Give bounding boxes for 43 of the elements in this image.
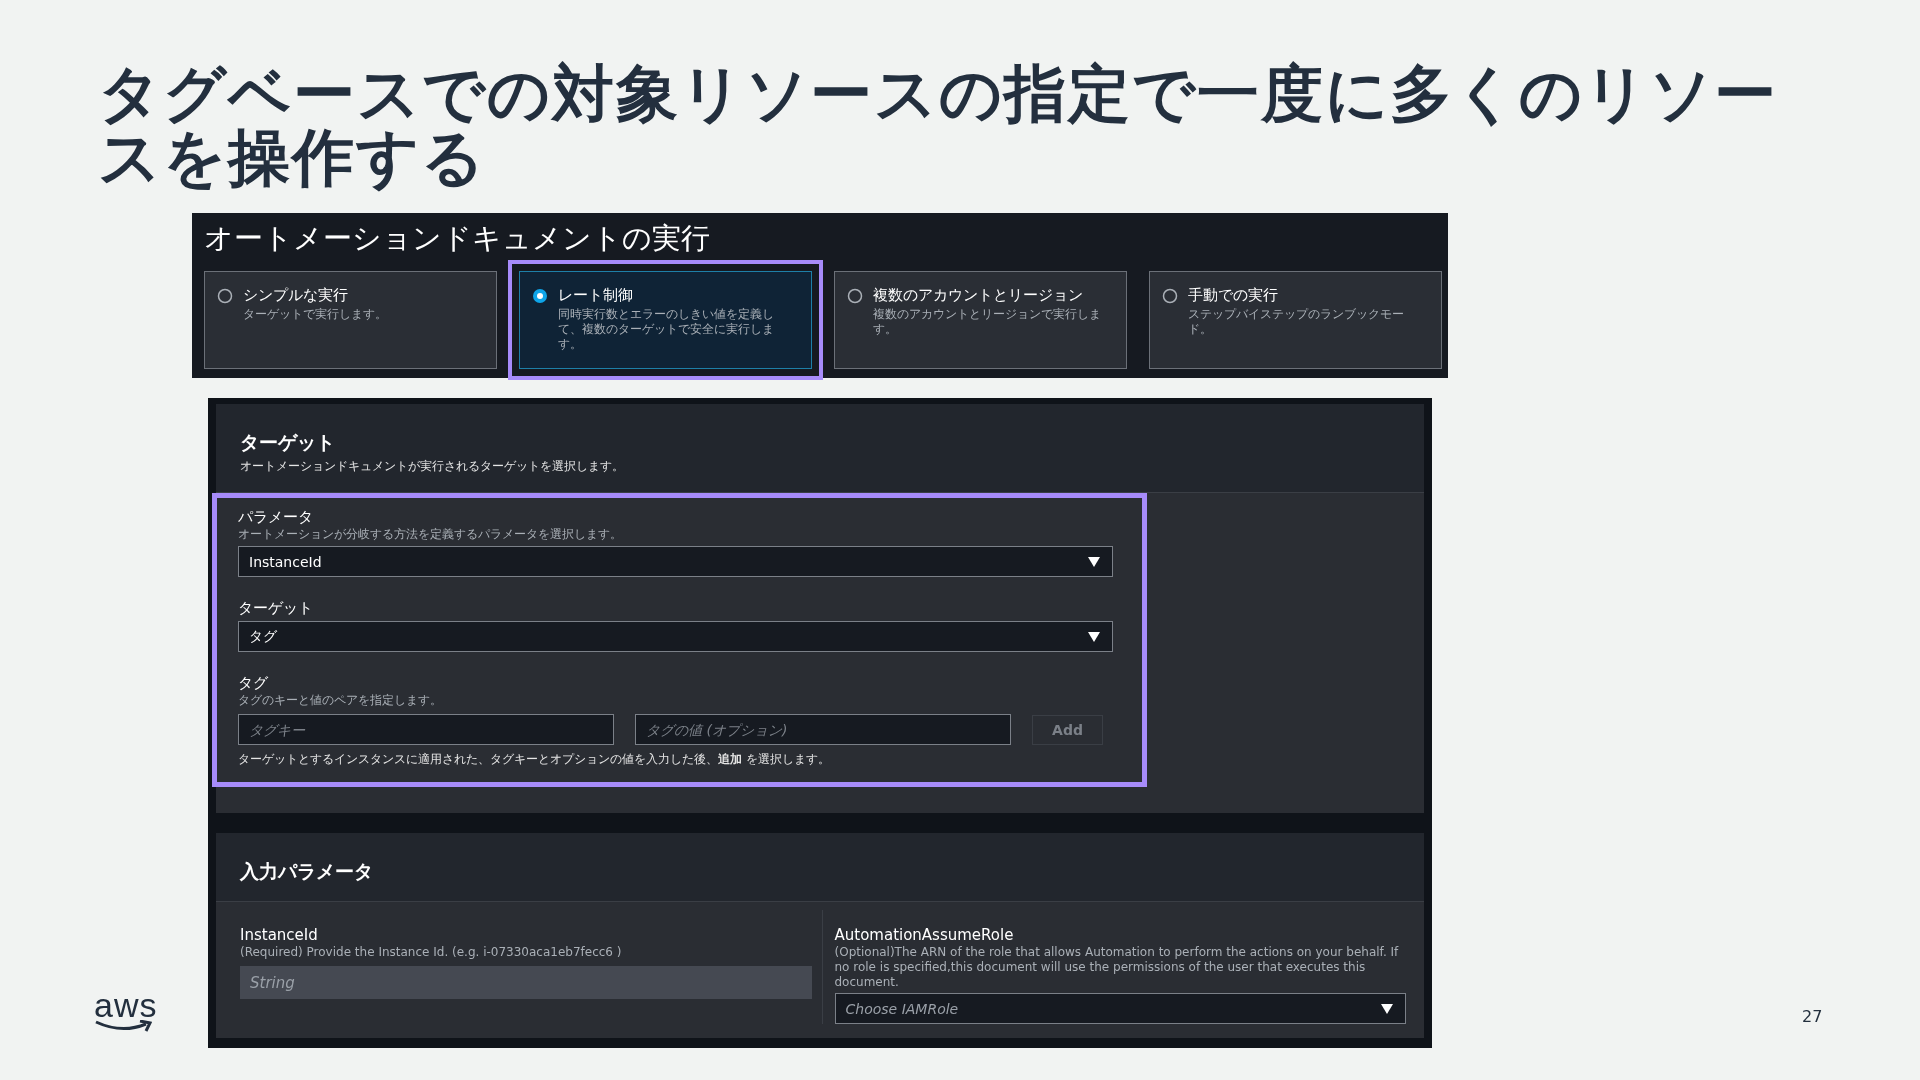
option-label: シンプルな実行 — [243, 286, 349, 304]
page-number: 27 — [1802, 1007, 1823, 1026]
option-card[interactable]: 手動での実行 ステップバイステップのランブックモード。 — [1149, 271, 1442, 369]
caret-icon — [1088, 631, 1100, 642]
option-label: 手動での実行 — [1188, 286, 1279, 304]
field-hint: (Optional)The ARN of the role that allows Automation to perform the actions on your behalf. If no role is specified,this document will use the permissions of the user that executes this document. — [834, 945, 1400, 990]
panel-title: オートメーションドキュメントの実行 — [204, 220, 711, 257]
parameter-select[interactable]: InstanceId — [238, 546, 1113, 577]
target-select[interactable]: タグ — [238, 621, 1113, 652]
section-title: 入力パラメータ — [240, 859, 374, 883]
field-label: ターゲット — [238, 599, 314, 617]
field-hint: タグのキーと値のペアを指定します。 — [238, 693, 443, 708]
caret-icon — [1088, 556, 1100, 567]
caret-icon — [1381, 1003, 1393, 1014]
option-label: レート制御 — [558, 286, 634, 304]
smile-arrow-icon — [94, 1020, 152, 1032]
option-description: 複数のアカウントとリージョンで実行します。 — [873, 307, 1102, 337]
field-label: タグ — [238, 674, 269, 692]
field-label: AutomationAssumeRole — [834, 926, 1015, 944]
field-label: InstanceId — [240, 926, 319, 944]
input-field[interactable]: String — [240, 966, 812, 999]
field-label: パラメータ — [238, 508, 314, 526]
radio-button[interactable] — [532, 288, 548, 304]
option-description: ターゲットで実行します。 — [243, 307, 388, 322]
radio-button[interactable] — [1162, 288, 1178, 304]
option-description: 同時実行数とエラーのしきい値を定義して、複数のターゲットで安全に実行します。 — [558, 307, 775, 352]
option-card[interactable]: レート制御 同時実行数とエラーのしきい値を定義して、複数のターゲットで安全に実行します。 — [519, 271, 812, 369]
field-note: ターゲットとするインスタンスに適用された、タグキーとオプションの値を入力した後、追加 を選択します。 — [238, 751, 831, 767]
logo-text: aws — [94, 990, 158, 1020]
radio-button[interactable] — [217, 288, 233, 304]
tag-value-field[interactable]: タグの値 (オプション) — [635, 714, 1011, 745]
option-label: 複数のアカウントとリージョン — [873, 286, 1084, 304]
field-hint: (Required) Provide the Instance Id. (e.g. i-07330aca1eb7fecc6 ) — [240, 945, 623, 960]
option-card[interactable]: シンプルな実行 ターゲットで実行します。 — [204, 271, 497, 369]
section-title: ターゲット — [240, 430, 336, 454]
option-card[interactable]: 複数のアカウントとリージョン 複数のアカウントとリージョンで実行します。 — [834, 271, 1127, 369]
slide-title: タグベースでの対象リソースの指定で一度に多くのリソースを操作する — [98, 62, 1779, 190]
tag-key-field[interactable]: タグキー — [238, 714, 614, 745]
radio-button[interactable] — [847, 288, 863, 304]
field-hint: オートメーションが分岐する方法を定義するパラメータを選択します。 — [238, 527, 623, 542]
role-select[interactable]: Choose IAMRole — [834, 993, 1406, 1024]
section-description: オートメーションドキュメントが実行されるターゲットを選択します。 — [240, 458, 625, 474]
option-description: ステップバイステップのランブックモード。 — [1188, 307, 1405, 337]
